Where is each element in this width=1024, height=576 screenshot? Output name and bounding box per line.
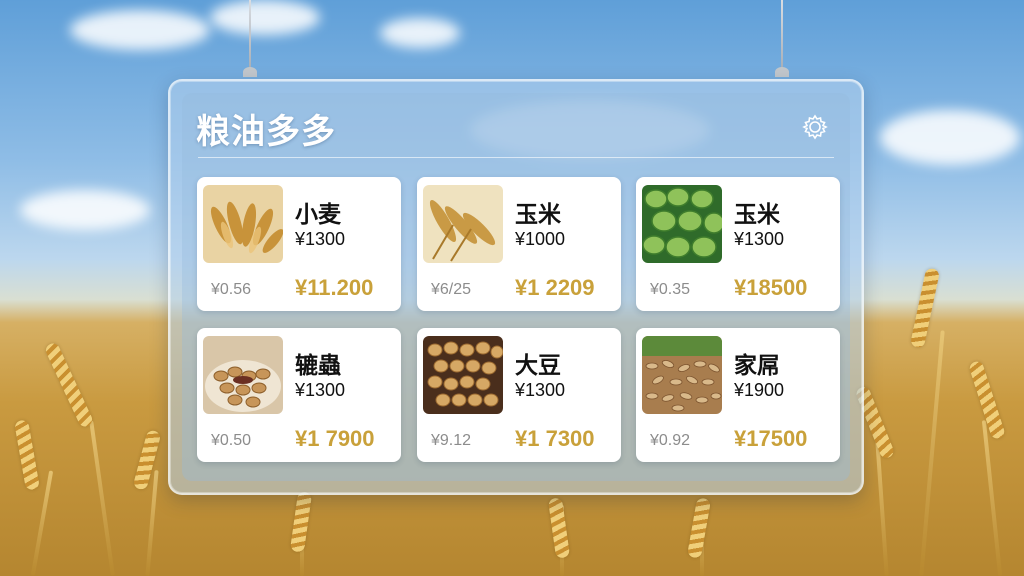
product-total-price: ¥17500	[734, 426, 808, 451]
wheat-ears-image	[423, 185, 503, 263]
wheat-head	[289, 491, 313, 553]
product-unit-price: ¥9.12	[431, 432, 472, 449]
product-unit-price: ¥0.35	[650, 281, 691, 298]
product-total-price: ¥1 7300	[515, 426, 595, 451]
title-divider	[198, 157, 834, 158]
wheat-field-background: 粮油多多 小麦 ¥1300 ¥0.56 ¥11.200 玉米 ¥1000 ¥6/…	[0, 0, 1024, 576]
wheat-head	[43, 341, 95, 429]
cloud	[380, 18, 460, 48]
hanging-rope	[249, 0, 251, 72]
product-price: ¥1900	[734, 380, 785, 400]
wheat-stalk	[89, 420, 115, 576]
product-name: 大豆	[515, 353, 561, 379]
green-vegetables-image	[642, 185, 722, 263]
mixed-grain-image	[642, 336, 722, 414]
soybeans-image	[423, 336, 503, 414]
product-name: 家屌	[734, 353, 780, 379]
cloud	[20, 190, 150, 230]
wheat-head	[967, 359, 1007, 441]
product-unit-price: ¥0.50	[211, 432, 252, 449]
product-card[interactable]: 家屌 ¥1900 ¥0.92 ¥17500	[636, 328, 840, 462]
wheat-stalk	[145, 470, 159, 576]
wheat-image	[203, 185, 283, 263]
product-total-price: ¥18500	[734, 275, 808, 300]
wheat-stalk	[981, 420, 1003, 576]
product-total-price: ¥1 2209	[515, 275, 595, 300]
product-name: 小麦	[295, 202, 341, 228]
product-unit-price: ¥0.56	[211, 281, 252, 298]
product-total-price: ¥11.200	[295, 275, 374, 300]
hanging-hook	[775, 67, 789, 77]
hanging-hook	[243, 67, 257, 77]
product-name: 辘蟲	[295, 353, 341, 379]
peanuts-image	[203, 336, 283, 414]
product-price: ¥1300	[295, 229, 346, 249]
product-total-price: ¥1 7900	[295, 426, 375, 451]
product-card[interactable]: 小麦 ¥1300 ¥0.56 ¥11.200	[197, 177, 401, 311]
wheat-head	[686, 497, 712, 559]
hanging-rope	[781, 0, 783, 72]
wheat-stalk	[875, 440, 889, 576]
product-card[interactable]: 玉米 ¥1000 ¥6/25 ¥1 2209	[417, 177, 621, 311]
wheat-head	[909, 267, 941, 349]
product-unit-price: ¥0.92	[650, 432, 691, 449]
wheat-head	[14, 419, 40, 491]
wheat-stalk	[919, 330, 945, 576]
product-price: ¥1300	[734, 229, 785, 249]
gear-icon[interactable]	[802, 114, 828, 140]
app-title: 粮油多多	[196, 112, 336, 152]
cloud	[880, 110, 1020, 165]
cloud	[210, 0, 320, 35]
product-unit-price: ¥6/25	[431, 281, 472, 298]
product-card[interactable]: 辘蟲 ¥1300 ¥0.50 ¥1 7900	[197, 328, 401, 462]
product-card[interactable]: 大豆 ¥1300 ¥9.12 ¥1 7300	[417, 328, 621, 462]
product-name: 玉米	[515, 202, 561, 228]
product-name: 玉米	[734, 202, 780, 228]
wheat-head	[547, 497, 571, 559]
product-price: ¥1300	[515, 380, 566, 400]
product-price: ¥1300	[295, 380, 346, 400]
product-card[interactable]: 玉米 ¥1300 ¥0.35 ¥18500	[636, 177, 840, 311]
cloud	[70, 10, 210, 50]
product-price: ¥1000	[515, 229, 566, 249]
